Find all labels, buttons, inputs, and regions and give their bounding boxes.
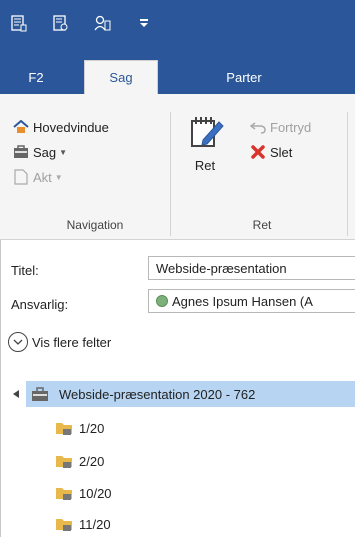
tree-item-label: 1/20 [79, 420, 105, 436]
tree-item[interactable]: 11/20 [55, 513, 111, 535]
panel-border [0, 240, 1, 537]
tree-expand-arrow-icon[interactable] [13, 390, 19, 398]
tree-item[interactable]: 10/20 [55, 482, 112, 504]
ret-button[interactable]: Ret [183, 112, 233, 192]
hovedvindue-button[interactable]: Hovedvindue [12, 117, 109, 137]
ret-button-label: Ret [194, 158, 216, 173]
tree-item-label: 11/20 [79, 516, 111, 532]
slet-button[interactable]: Slet [249, 142, 292, 162]
sag-label: Sag [33, 144, 57, 160]
show-more-fields-toggle[interactable]: Vis flere felter [8, 332, 111, 352]
akt-label: Akt [33, 169, 52, 185]
ansvarlig-field[interactable]: Agnes Ipsum Hansen (A [148, 289, 355, 313]
case-icon [31, 385, 53, 403]
ribbon-tabs: F2 Sag Parter [0, 50, 355, 94]
home-icon [12, 118, 30, 136]
show-more-fields-label: Vis flere felter [32, 334, 112, 350]
fortryd-button[interactable]: Fortryd [249, 117, 311, 137]
tab-parter[interactable]: Parter [214, 60, 274, 94]
akt-dropdown-button[interactable]: Akt ▼ [12, 167, 63, 187]
customize-toolbar-dropdown-icon[interactable] [138, 16, 150, 30]
hovedvindue-label: Hovedvindue [33, 119, 109, 135]
document-icon [12, 168, 30, 186]
tree-item-label: 2/20 [79, 453, 105, 469]
fortryd-label: Fortryd [270, 119, 312, 135]
ribbon: Hovedvindue Sag ▼ Akt ▼ Navigation Ret F… [0, 94, 355, 240]
titel-label: Titel: [11, 263, 39, 278]
chevron-down-icon: ▼ [54, 172, 63, 182]
quick-access-toolbar [0, 0, 355, 50]
ansvarlig-label: Ansvarlig: [11, 297, 69, 312]
ribbon-separator [170, 112, 171, 236]
ribbon-separator [347, 112, 348, 236]
folder-icon [55, 420, 73, 436]
sag-dropdown-button[interactable]: Sag ▼ [12, 142, 67, 162]
folder-icon [55, 453, 73, 469]
chevron-down-icon: ▼ [59, 147, 68, 157]
slet-label: Slet [270, 144, 293, 160]
group-label-navigation: Navigation [66, 218, 124, 232]
folder-icon [55, 485, 73, 501]
titel-field[interactable]: Webside-præsentation [148, 256, 355, 280]
tab-sag[interactable]: Sag [84, 60, 158, 94]
tab-f2[interactable]: F2 [0, 60, 72, 94]
document-list-icon[interactable] [10, 14, 28, 32]
undo-icon [249, 118, 267, 136]
case-icon [12, 143, 30, 161]
document-edit-icon[interactable] [52, 14, 70, 32]
tree-item[interactable]: 2/20 [55, 450, 104, 472]
tree-item-label: 10/20 [79, 485, 112, 501]
user-settings-icon[interactable] [94, 14, 112, 32]
chevron-down-circle-icon [8, 332, 28, 352]
tree-item[interactable]: 1/20 [55, 417, 104, 439]
delete-x-icon [249, 143, 267, 161]
folder-icon [55, 516, 73, 532]
tree-root-label: Webside-præsentation 2020 - 762 [59, 386, 256, 402]
edit-notepad-icon [189, 114, 225, 153]
group-label-ret: Ret [252, 218, 272, 232]
status-dot-icon [156, 295, 168, 307]
tree-root-item[interactable]: Webside-præsentation 2020 - 762 [26, 381, 355, 407]
ansvarlig-value: Agnes Ipsum Hansen (A [172, 293, 313, 309]
